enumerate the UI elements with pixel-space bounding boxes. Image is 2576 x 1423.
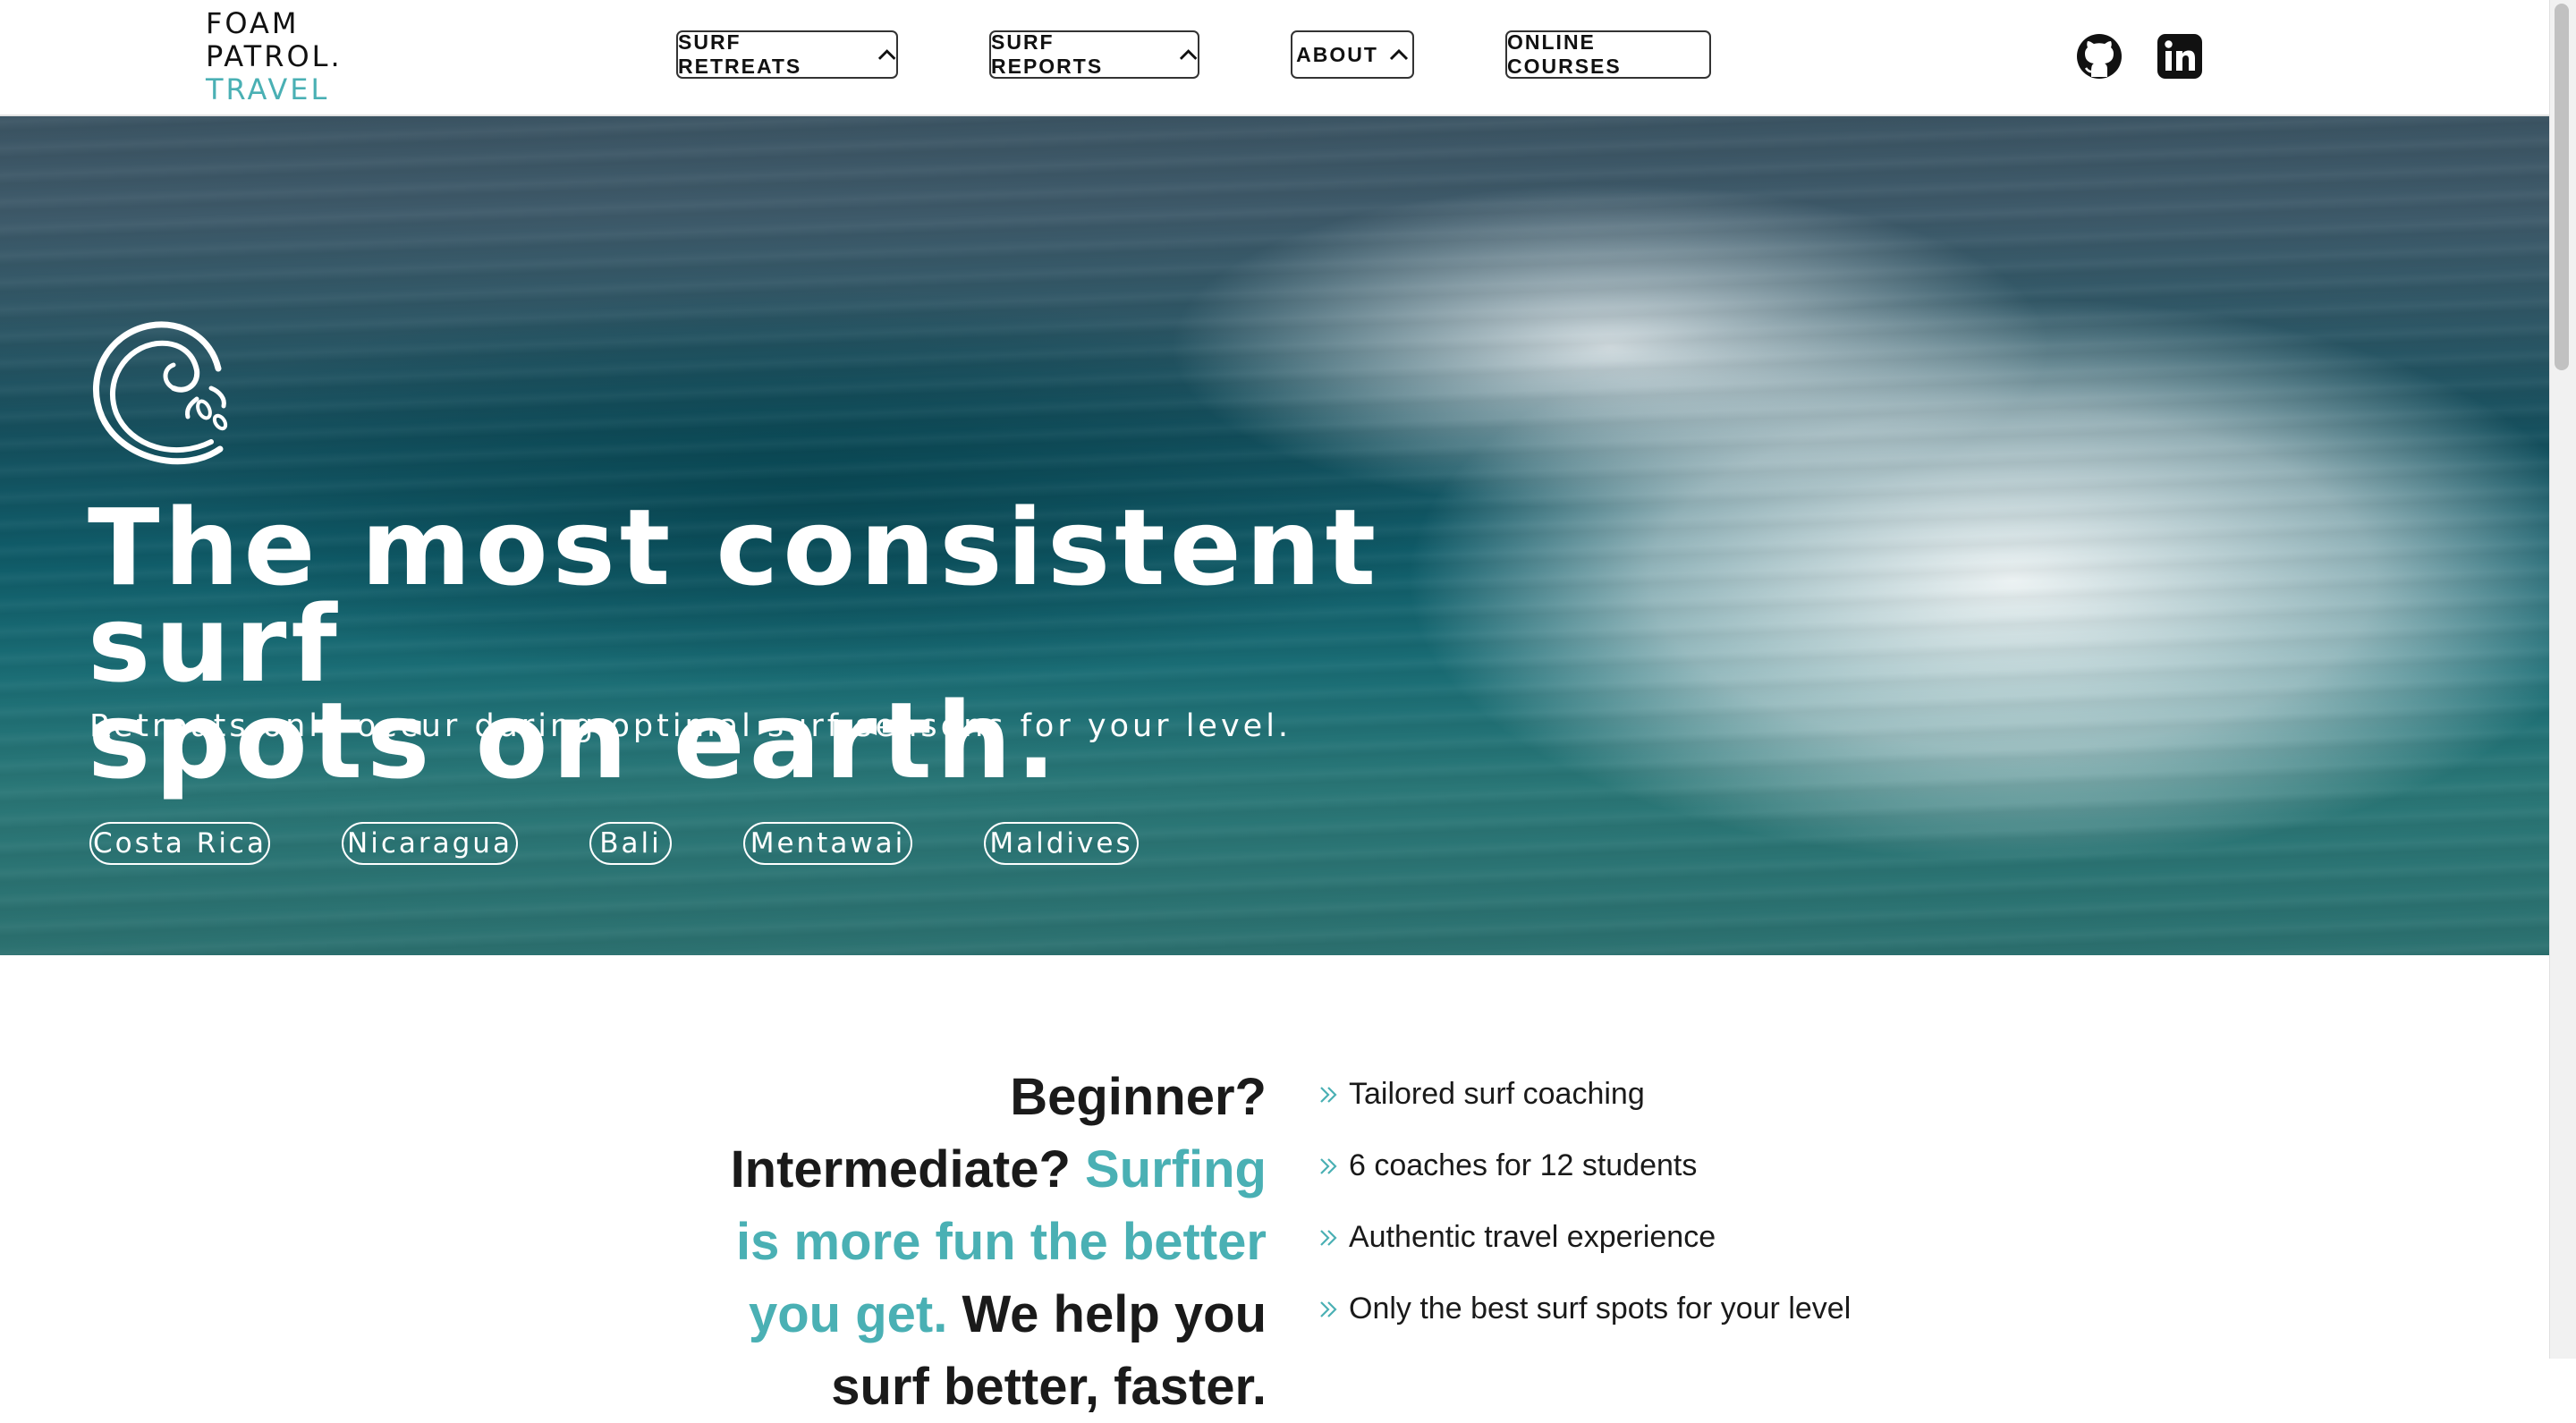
nav-label: ABOUT [1296, 42, 1378, 66]
feature-label: Only the best surf spots for your level [1349, 1292, 1852, 1326]
linkedin-icon [2157, 34, 2202, 79]
nav-online-courses-button[interactable]: ONLINE COURSES [1505, 30, 1711, 79]
double-chevron-right-icon [1320, 1301, 1337, 1317]
double-chevron-right-icon [1320, 1230, 1337, 1246]
nav-label: SURF RETREATS [678, 30, 802, 78]
hero-headline: The most consistent surf spots on earth. [88, 495, 1519, 793]
destination-nicaragua-button[interactable]: Nicaragua [342, 822, 518, 865]
wave-logo-icon [92, 321, 228, 465]
github-icon [2077, 34, 2122, 79]
destination-costa-rica-button[interactable]: Costa Rica [89, 822, 270, 865]
destination-bali-button[interactable]: Bali [589, 822, 672, 865]
nav-label: SURF REPORTS [991, 30, 1104, 78]
linkedin-link[interactable] [2156, 32, 2204, 80]
feature-label: Authentic travel experience [1349, 1220, 1716, 1254]
logo-line-2: PATROL. [206, 39, 343, 73]
nav-surf-reports-button[interactable]: SURF REPORTS [989, 30, 1199, 79]
feature-label: 6 coaches for 12 students [1349, 1148, 1698, 1182]
site-header: FOAM PATROL. TRAVEL SURF RETREATS SURF R… [0, 0, 2549, 116]
github-link[interactable] [2075, 32, 2123, 80]
destination-mentawai-button[interactable]: Mentawai [743, 822, 912, 865]
nav-surf-retreats-button[interactable]: SURF RETREATS [676, 30, 898, 79]
double-chevron-right-icon [1320, 1087, 1337, 1103]
chevron-up-icon [1389, 48, 1408, 61]
scrollbar-thumb[interactable] [2555, 4, 2569, 370]
logo-line-3: TRAVEL [206, 72, 330, 106]
site-logo[interactable]: FOAM PATROL. TRAVEL [206, 7, 343, 106]
list-item: 6 coaches for 12 students [1318, 1148, 1851, 1220]
hero-subheadline: Retreats only occur during optimal surf … [89, 708, 1292, 744]
double-chevron-right-icon [1320, 1158, 1337, 1174]
feature-list: Tailored surf coaching 6 coaches for 12 … [1318, 1077, 1851, 1363]
hero-headline-line-1: The most consistent surf [88, 486, 1381, 706]
pitch-text: Beginner? Intermediate? Surfing is more … [698, 1061, 1267, 1423]
list-item: Authentic travel experience [1318, 1220, 1851, 1292]
list-item: Only the best surf spots for your level [1318, 1292, 1851, 1363]
destination-maldives-button[interactable]: Maldives [984, 822, 1139, 865]
nav-label: ONLINE COURSES [1507, 30, 1622, 78]
chevron-up-icon [1179, 49, 1198, 60]
nav-about-button[interactable]: ABOUT [1291, 30, 1414, 79]
feature-label: Tailored surf coaching [1349, 1077, 1645, 1111]
logo-line-1: FOAM [206, 6, 300, 40]
list-item: Tailored surf coaching [1318, 1077, 1851, 1148]
chevron-up-icon [877, 49, 896, 60]
hero-banner: The most consistent surf spots on earth.… [0, 114, 2549, 955]
